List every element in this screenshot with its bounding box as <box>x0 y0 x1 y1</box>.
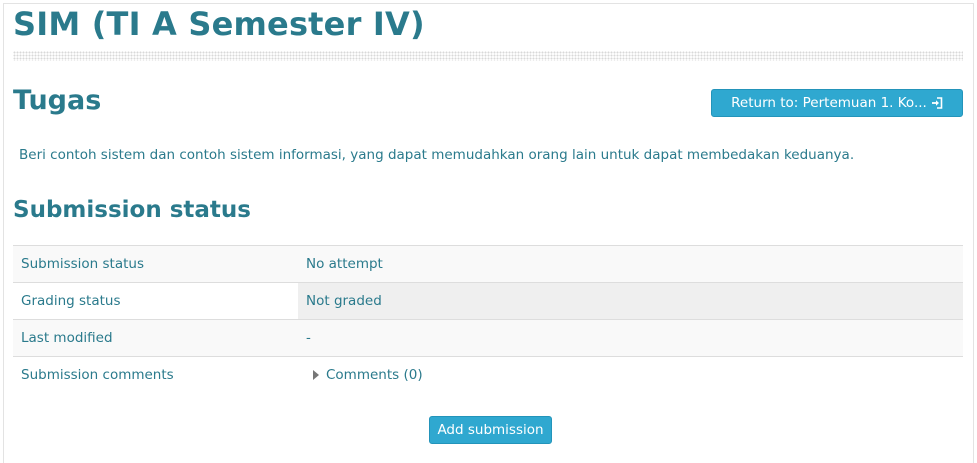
add-submission-button[interactable]: Add submission <box>429 416 552 444</box>
submission-status-table: Submission status No attempt Grading sta… <box>13 245 963 393</box>
table-row: Last modified - <box>13 319 963 357</box>
return-button-label: Return to: Pertemuan 1. Ko... <box>731 95 927 111</box>
dotted-divider <box>13 51 963 61</box>
return-to-section-button[interactable]: Return to: Pertemuan 1. Ko... <box>711 89 963 117</box>
comments-link[interactable]: Comments (0) <box>326 367 423 383</box>
sign-in-icon <box>931 97 943 109</box>
submission-status-heading: Submission status <box>13 197 251 223</box>
row-value: No attempt <box>298 245 963 283</box>
row-label: Last modified <box>13 319 298 357</box>
row-label: Grading status <box>13 282 298 320</box>
assignment-description: Beri contoh sistem dan contoh sistem inf… <box>19 147 855 163</box>
row-value: - <box>298 319 963 357</box>
row-label: Submission status <box>13 245 298 283</box>
row-value: Not graded <box>298 282 963 320</box>
table-row: Submission status No attempt <box>13 245 963 283</box>
row-value: Comments (0) <box>298 356 963 393</box>
course-title: SIM (TI A Semester IV) <box>13 5 425 43</box>
table-row: Submission comments Comments (0) <box>13 356 963 393</box>
page-title: Tugas <box>13 85 102 116</box>
row-label: Submission comments <box>13 356 298 393</box>
table-row: Grading status Not graded <box>13 282 963 320</box>
main-region <box>3 3 974 463</box>
comments-toggle[interactable]: Comments (0) <box>313 367 423 383</box>
caret-right-icon <box>313 370 319 380</box>
